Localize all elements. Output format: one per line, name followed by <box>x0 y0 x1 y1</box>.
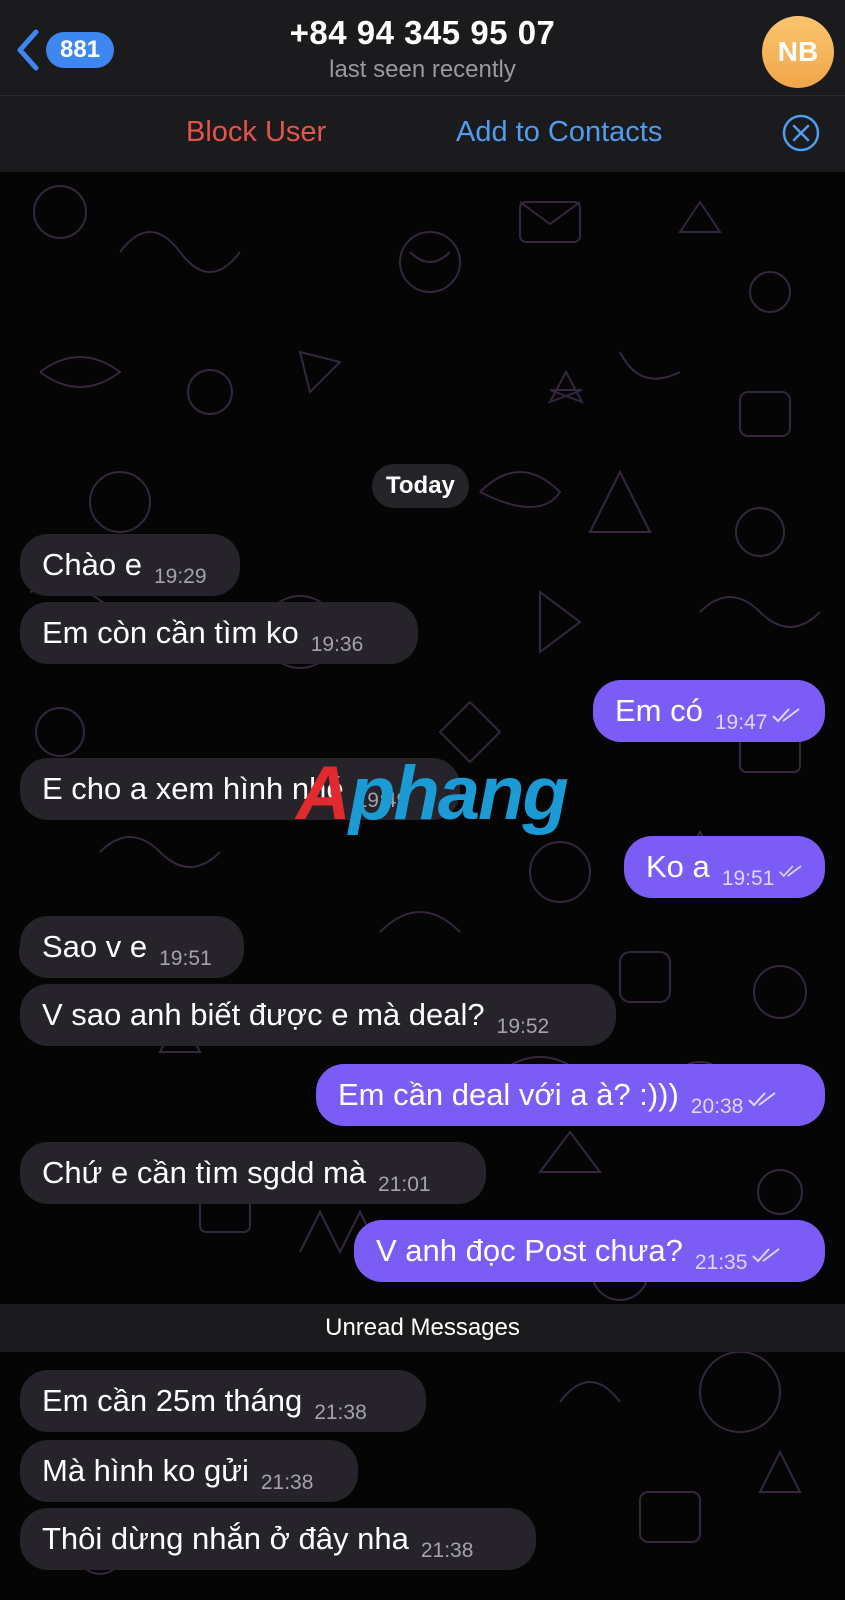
message-time: 21:38 <box>420 1539 474 1562</box>
avatar[interactable]: NB <box>762 16 834 88</box>
double-check-icon <box>772 708 801 723</box>
message-time: 19:36 <box>310 633 364 656</box>
message-text: Em có <box>615 693 703 728</box>
message-text: Em còn cần tìm ko <box>42 615 299 650</box>
message-bubble-incoming[interactable]: Thôi dừng nhắn ở đây nha 21:38 <box>20 1508 536 1570</box>
message-text: Thôi dừng nhắn ở đây nha <box>42 1521 409 1556</box>
message-time: 21:38 <box>314 1401 367 1424</box>
message-time: 20:38 <box>690 1095 744 1118</box>
message-text: Ko a <box>646 849 710 884</box>
message-bubble-incoming[interactable]: Em cần 25m tháng 21:38 <box>20 1370 426 1432</box>
message-bubble-incoming[interactable]: Chứ e cần tìm sgdd mà 21:01 <box>20 1142 486 1204</box>
message-time: 19:51 <box>159 947 212 970</box>
message-text: Mà hình ko gửi <box>42 1453 249 1488</box>
message-text: Sao v e <box>42 929 148 964</box>
message-time: 21:35 <box>694 1251 748 1274</box>
unread-messages-divider: Unread Messages <box>0 1304 845 1352</box>
contact-action-bar: Block User Add to Contacts <box>0 96 845 172</box>
message-time: 19:29 <box>153 565 207 588</box>
message-text: Chào e <box>42 547 142 582</box>
message-time: 19:52 <box>496 1015 550 1038</box>
double-check-icon <box>752 1248 781 1263</box>
message-bubble-incoming[interactable]: Em còn cần tìm ko 19:36 <box>20 602 418 664</box>
double-check-icon <box>779 865 802 878</box>
double-check-icon <box>748 1092 776 1107</box>
block-user-button[interactable]: Block User <box>186 116 326 149</box>
add-to-contacts-button[interactable]: Add to Contacts <box>456 116 662 149</box>
message-bubble-outgoing[interactable]: Em có 19:47 <box>593 680 825 742</box>
watermark-logo: Aphang <box>296 751 569 836</box>
message-text: V anh đọc Post chưa? <box>376 1233 683 1268</box>
chat-title[interactable]: +84 94 345 95 07 <box>0 14 845 52</box>
message-text: Em cần 25m tháng <box>42 1383 303 1418</box>
message-time: 21:01 <box>378 1173 431 1196</box>
message-text: Em cần deal với a à? :))) <box>338 1077 679 1112</box>
last-seen-status: last seen recently <box>329 56 516 83</box>
message-bubble-incoming[interactable]: Mà hình ko gửi 21:38 <box>20 1440 358 1502</box>
date-separator: Today <box>372 464 469 508</box>
message-time: 19:47 <box>714 711 768 734</box>
message-bubble-incoming[interactable]: Chào e 19:29 <box>20 534 240 596</box>
message-time: 19:51 <box>721 867 775 890</box>
chat-header: 881 +84 94 345 95 07 last seen recently … <box>0 0 845 96</box>
message-time: 21:38 <box>260 1471 314 1494</box>
message-bubble-outgoing[interactable]: Ko a 19:51 <box>624 836 825 898</box>
message-text: V sao anh biết được e mà deal? <box>42 997 485 1032</box>
message-bubble-incoming[interactable]: V sao anh biết được e mà deal? 19:52 <box>20 984 616 1046</box>
message-bubble-outgoing[interactable]: Em cần deal với a à? :))) 20:38 <box>316 1064 825 1126</box>
close-circle-icon[interactable] <box>782 114 820 152</box>
message-bubble-incoming[interactable]: Sao v e 19:51 <box>20 916 244 978</box>
message-bubble-outgoing[interactable]: V anh đọc Post chưa? 21:35 <box>354 1220 825 1282</box>
message-text: Chứ e cần tìm sgdd mà <box>42 1155 367 1190</box>
message-list[interactable]: Today Chào e 19:29 Em còn cần tìm ko 19:… <box>0 172 845 1600</box>
